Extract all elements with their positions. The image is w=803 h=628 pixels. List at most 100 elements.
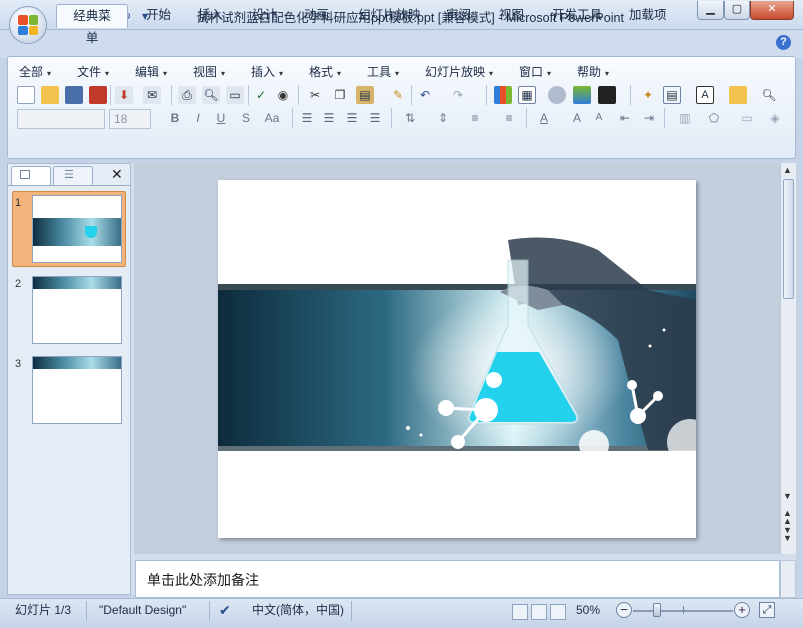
zoom-slider-thumb[interactable] bbox=[653, 603, 661, 617]
menu-insert[interactable]: 插入 ▾ bbox=[251, 63, 283, 81]
next-slide-icon[interactable]: ▼ ▼ bbox=[783, 526, 792, 543]
normal-view-icon[interactable] bbox=[512, 604, 528, 620]
maximize-button[interactable]: ▢ bbox=[724, 1, 750, 20]
copy-icon[interactable]: ❐ bbox=[331, 86, 349, 104]
tab-outline[interactable]: ☰ bbox=[53, 166, 93, 186]
text-box-icon[interactable]: A bbox=[696, 86, 714, 104]
office-button[interactable] bbox=[9, 6, 47, 44]
notes-pane[interactable]: 单击此处添加备注 bbox=[135, 560, 780, 598]
scrollbar-thumb[interactable] bbox=[783, 179, 794, 299]
menu-view[interactable]: 视图 ▾ bbox=[193, 63, 225, 81]
quick-styles-icon[interactable]: ▭ bbox=[738, 109, 756, 127]
tab-review[interactable]: 审阅 bbox=[434, 4, 483, 28]
grow-font-button[interactable]: A bbox=[568, 109, 586, 127]
print-preview-icon[interactable]: 🔍︎ bbox=[202, 86, 220, 104]
close-panel-icon[interactable]: ✕ bbox=[111, 166, 123, 183]
tab-design[interactable]: 设计 bbox=[240, 4, 289, 28]
folder-icon[interactable] bbox=[729, 86, 747, 104]
menu-edit[interactable]: 编辑 ▾ bbox=[135, 63, 167, 81]
save-icon[interactable] bbox=[65, 86, 83, 104]
font-size-combobox[interactable]: 18 bbox=[109, 109, 151, 129]
slide-thumbnail-1[interactable] bbox=[32, 195, 122, 263]
numbering-icon[interactable]: ≡ bbox=[466, 109, 484, 127]
tab-animations[interactable]: 动画 bbox=[292, 4, 341, 28]
menu-help[interactable]: 帮助 ▾ bbox=[577, 63, 609, 81]
menu-format[interactable]: 格式 ▾ bbox=[309, 63, 341, 81]
notes-scrollbar[interactable] bbox=[780, 560, 796, 598]
vertical-scrollbar[interactable]: ▲ ▼ ▲ ▲ ▼ ▼ bbox=[780, 163, 796, 554]
bullets-icon[interactable]: ≡ bbox=[500, 109, 518, 127]
slide-thumbnail-3[interactable] bbox=[32, 356, 122, 424]
scroll-up-icon[interactable]: ▲ bbox=[783, 165, 792, 175]
tab-home[interactable]: 开始 bbox=[134, 4, 183, 28]
open-folder-icon[interactable] bbox=[41, 86, 59, 104]
close-button[interactable]: ✕ bbox=[750, 1, 794, 20]
slide-thumbnail-2[interactable] bbox=[32, 276, 122, 344]
zoom-in-button[interactable]: + bbox=[734, 602, 750, 618]
print-icon[interactable]: ⎙ bbox=[178, 86, 196, 104]
increase-indent-icon[interactable]: ⇥ bbox=[640, 109, 658, 127]
shrink-font-button[interactable]: A bbox=[590, 109, 608, 127]
fill-color-icon[interactable] bbox=[598, 86, 616, 104]
redo-icon[interactable]: ↷ bbox=[449, 86, 467, 104]
layout-icon[interactable]: ▤ bbox=[663, 86, 681, 104]
table-icon[interactable]: ▦ bbox=[518, 86, 536, 104]
change-case-button[interactable]: Aa bbox=[260, 109, 284, 127]
slide-sorter-icon[interactable] bbox=[531, 604, 547, 620]
new-icon[interactable] bbox=[17, 86, 35, 104]
align-right-icon[interactable]: ☰ bbox=[343, 109, 361, 127]
line-spacing-icon[interactable]: ⇕ bbox=[434, 109, 452, 127]
fit-to-window-icon[interactable]: ⤢ bbox=[759, 602, 775, 618]
tab-classic-menu[interactable]: 经典菜单 bbox=[56, 4, 128, 45]
align-left-icon[interactable]: ☰ bbox=[298, 109, 316, 127]
chart-icon[interactable] bbox=[494, 86, 512, 104]
clipart-icon[interactable] bbox=[548, 86, 566, 104]
arrange-icon[interactable]: ▥ bbox=[676, 109, 694, 127]
menu-file[interactable]: 文件 ▾ bbox=[77, 63, 109, 81]
language-indicator[interactable]: 中文(简体，中国) bbox=[252, 601, 344, 619]
align-center-icon[interactable]: ☰ bbox=[320, 109, 338, 127]
email-icon[interactable]: ✉ bbox=[143, 86, 161, 104]
permission-icon[interactable] bbox=[89, 86, 107, 104]
tab-insert[interactable]: 插入 bbox=[186, 4, 235, 28]
justify-icon[interactable]: ☰ bbox=[366, 109, 384, 127]
pdf-icon[interactable]: ⬇ bbox=[115, 86, 133, 104]
tab-slides[interactable] bbox=[11, 166, 51, 186]
previous-slide-icon[interactable]: ▲ ▲ bbox=[783, 509, 792, 526]
menu-all[interactable]: 全部 ▾ bbox=[19, 63, 51, 81]
spell-check-icon[interactable]: ✔ bbox=[219, 602, 231, 619]
zoom-level[interactable]: 50% bbox=[576, 601, 600, 619]
research-icon[interactable]: ◉ bbox=[274, 86, 292, 104]
italic-button[interactable]: I bbox=[189, 109, 207, 127]
shadow-button[interactable]: S bbox=[237, 109, 255, 127]
slide-canvas[interactable] bbox=[218, 180, 713, 538]
zoom-icon[interactable]: 🔍︎ bbox=[760, 86, 778, 104]
bold-button[interactable]: B bbox=[166, 109, 184, 127]
slideshow-view-icon[interactable] bbox=[550, 604, 566, 620]
menu-slideshow[interactable]: 幻灯片放映 ▾ bbox=[425, 63, 493, 81]
zoom-out-button[interactable]: − bbox=[616, 602, 632, 618]
theme-name[interactable]: "Default Design" bbox=[99, 601, 186, 619]
text-direction-icon[interactable]: ⇅ bbox=[401, 109, 419, 127]
font-name-combobox[interactable] bbox=[17, 109, 105, 129]
font-color-button[interactable]: A bbox=[535, 109, 553, 127]
tab-developer[interactable]: 开发工具 bbox=[540, 4, 614, 28]
slide-view-icon[interactable]: ▭ bbox=[226, 86, 244, 104]
undo-icon[interactable]: ↶ bbox=[416, 86, 434, 104]
underline-button[interactable]: U bbox=[212, 109, 230, 127]
tab-addins[interactable]: 加载项 bbox=[617, 4, 679, 28]
shapes-icon[interactable]: ⬠ bbox=[705, 109, 723, 127]
scroll-down-icon[interactable]: ▼ bbox=[783, 491, 792, 501]
format-painter-icon[interactable]: ✎ bbox=[389, 86, 407, 104]
tab-view[interactable]: 视图 bbox=[487, 4, 536, 28]
minimize-button[interactable]: ▁ bbox=[697, 1, 724, 20]
tab-slideshow[interactable]: 幻灯片放映 bbox=[346, 4, 433, 28]
decrease-indent-icon[interactable]: ⇤ bbox=[616, 109, 634, 127]
help-icon[interactable]: ? bbox=[776, 35, 791, 50]
menu-window[interactable]: 窗口 ▾ bbox=[519, 63, 551, 81]
cut-icon[interactable]: ✂ bbox=[306, 86, 324, 104]
paste-icon[interactable]: ▤ bbox=[356, 86, 374, 104]
new-slide-icon[interactable]: ✦ bbox=[639, 86, 657, 104]
menu-tools[interactable]: 工具 ▾ bbox=[367, 63, 399, 81]
picture-icon[interactable] bbox=[573, 86, 591, 104]
